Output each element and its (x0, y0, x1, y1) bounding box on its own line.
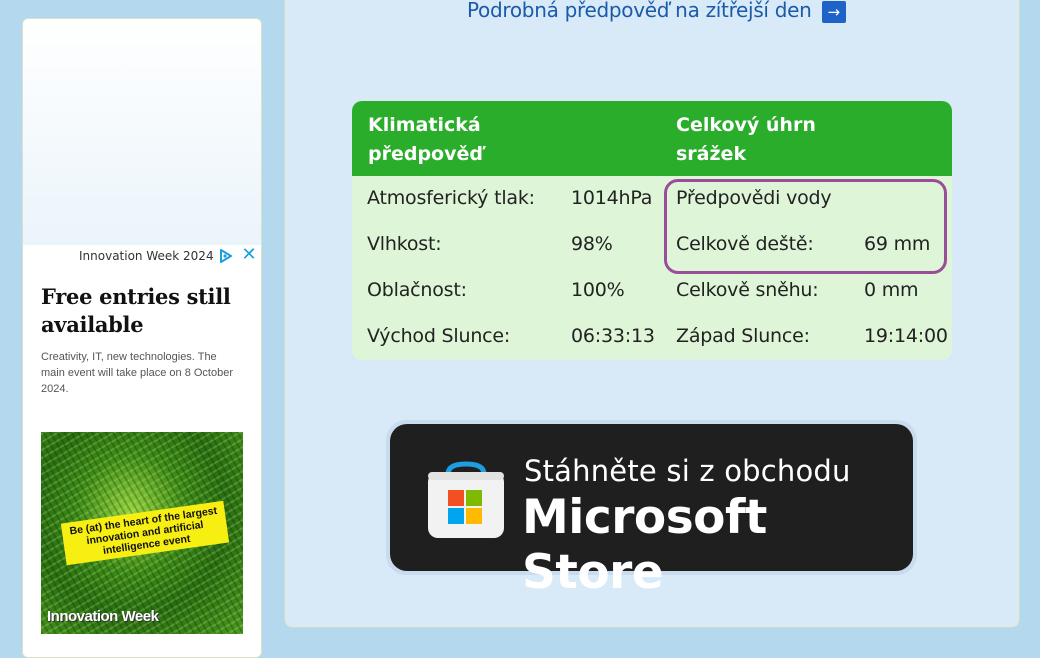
highlight-outline (664, 179, 947, 274)
arrow-right-icon[interactable]: → (821, 0, 846, 23)
microsoft-store-icon (428, 461, 504, 538)
ad-column: Innovation Week 2024 ✕ Free entries stil… (22, 18, 262, 658)
pressure-label: Atmosferický tlak: (367, 187, 535, 209)
total-snow-value: 0 mm (864, 279, 919, 301)
pressure-value: 1014hPa (571, 187, 653, 209)
ad-headline[interactable]: Free entries still available (41, 283, 246, 339)
cloudiness-label: Oblačnost: (367, 279, 467, 301)
advertisement[interactable]: Innovation Week 2024 ✕ Free entries stil… (23, 245, 261, 657)
ad-image[interactable]: Be (at) the heart of the largest innovat… (41, 432, 243, 634)
sunrise-label: Východ Slunce: (367, 325, 511, 347)
humidity-value: 98% (571, 233, 613, 255)
total-snow-label: Celkově sněhu: (676, 279, 819, 301)
sunset-value: 19:14:00 (864, 325, 948, 347)
microsoft-store-badge[interactable]: Stáhněte si z obchodu Microsoft Store (386, 420, 917, 600)
ad-sponsor: Innovation Week 2024 (79, 249, 214, 263)
ad-image-tagline: Be (at) the heart of the largest innovat… (60, 500, 230, 566)
header-climate-forecast: Klimatická předpověď (368, 114, 483, 165)
store-name: Microsoft Store (522, 490, 767, 600)
sunrise-value: 06:33:13 (571, 325, 655, 347)
forecast-link[interactable]: Podrobná předpověď na zítřejší den → (467, 0, 846, 23)
header-total-precipitation: Celkový úhrn srážek (676, 114, 816, 165)
sunset-label: Západ Slunce: (676, 325, 810, 347)
store-subtitle: Stáhněte si z obchodu (524, 454, 851, 488)
close-icon[interactable]: ✕ (241, 246, 257, 264)
forecast-link-label[interactable]: Podrobná předpověď na zítřejší den (467, 0, 812, 22)
store-badge-inner[interactable]: Stáhněte si z obchodu Microsoft Store (390, 424, 913, 600)
cloudiness-value: 100% (571, 279, 625, 301)
ad-description: Creativity, IT, new technologies. The ma… (41, 351, 233, 395)
ad-image-brand: Innovation Week (47, 608, 159, 625)
humidity-label: Vlhkost: (367, 233, 442, 255)
adchoices-icon[interactable] (218, 248, 234, 264)
